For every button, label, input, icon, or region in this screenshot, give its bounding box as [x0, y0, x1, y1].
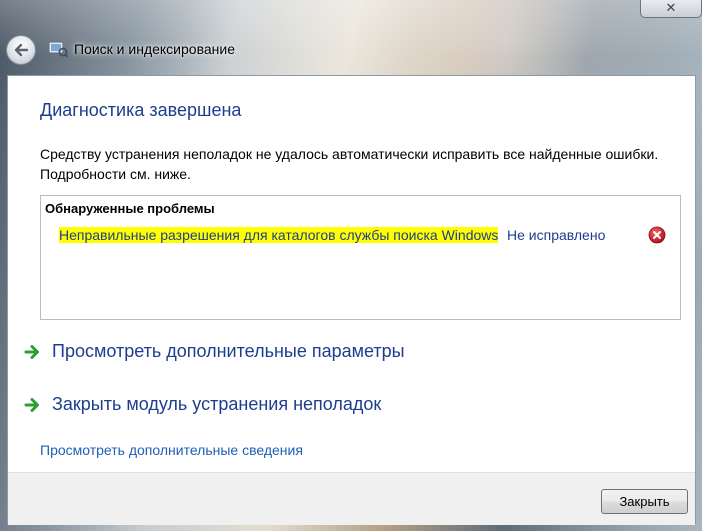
action-label: Закрыть модуль устранения неполадок — [52, 394, 382, 414]
close-troubleshooter-link[interactable]: Закрыть модуль устранения неполадок — [24, 394, 382, 415]
troubleshooter-icon — [48, 41, 68, 58]
problems-list: Обнаруженные проблемы Неправильные разре… — [40, 195, 681, 320]
close-button[interactable]: Закрыть — [601, 489, 688, 514]
problems-header: Обнаруженные проблемы — [45, 201, 215, 216]
error-x-icon — [648, 226, 666, 244]
footer-bar: Закрыть — [8, 472, 695, 525]
problem-row[interactable]: Неправильные разрешения для каталогов сл… — [41, 222, 680, 272]
view-details-link[interactable]: Просмотреть дополнительные сведения — [40, 442, 303, 458]
problem-name-text: Неправильные разрешения для каталогов сл… — [59, 227, 499, 243]
action-label: Просмотреть дополнительные параметры — [52, 341, 405, 361]
description-text: Средству устранения неполадок не удалось… — [40, 146, 659, 182]
window-title: Поиск и индексирование — [74, 41, 235, 57]
back-arrow-icon — [14, 43, 29, 57]
view-advanced-options-link[interactable]: Просмотреть дополнительные параметры — [24, 341, 405, 362]
client-area: Диагностика завершена Средству устранени… — [7, 75, 696, 525]
green-arrow-icon — [24, 345, 39, 359]
back-button[interactable] — [6, 35, 36, 65]
close-icon: ✕ — [665, 0, 677, 15]
problem-name: Неправильные разрешения для каталогов сл… — [59, 226, 499, 245]
page-heading: Диагностика завершена — [40, 100, 242, 120]
green-arrow-icon — [24, 398, 39, 412]
window-close-button[interactable]: ✕ — [640, 0, 702, 18]
problem-status: Не исправлено — [507, 227, 606, 243]
